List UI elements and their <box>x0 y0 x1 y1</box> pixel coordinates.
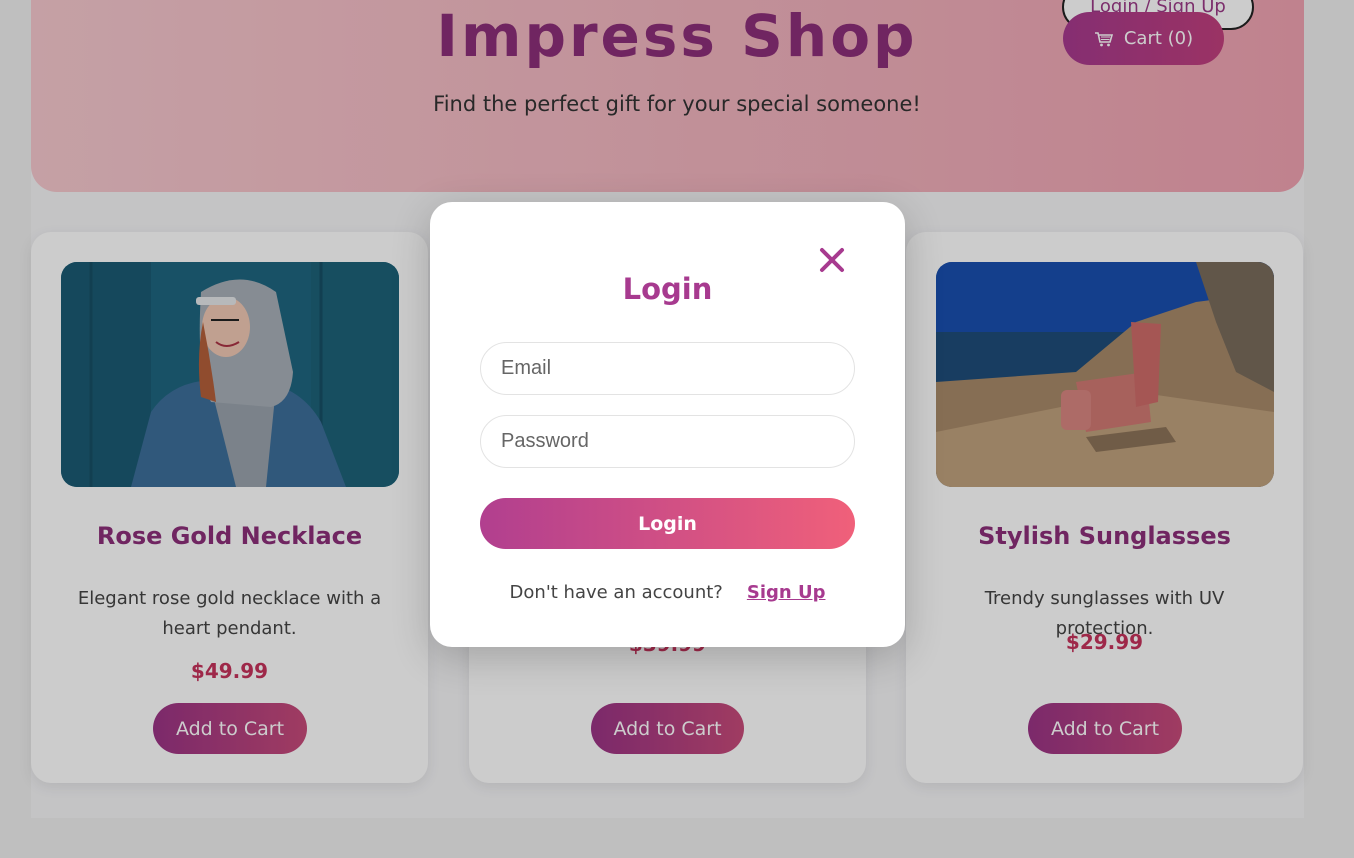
email-field[interactable] <box>480 342 855 395</box>
signup-prompt-text: Don't have an account? <box>509 582 723 603</box>
modal-title: Login <box>622 272 713 306</box>
close-icon[interactable] <box>818 246 846 274</box>
signup-link[interactable]: Sign Up <box>747 582 826 603</box>
login-submit-button[interactable]: Login <box>480 498 855 549</box>
login-modal: Login Login Don't have an account? Sign U… <box>430 202 905 647</box>
signup-prompt: Don't have an account? Sign Up <box>430 582 905 603</box>
password-field[interactable] <box>480 415 855 468</box>
